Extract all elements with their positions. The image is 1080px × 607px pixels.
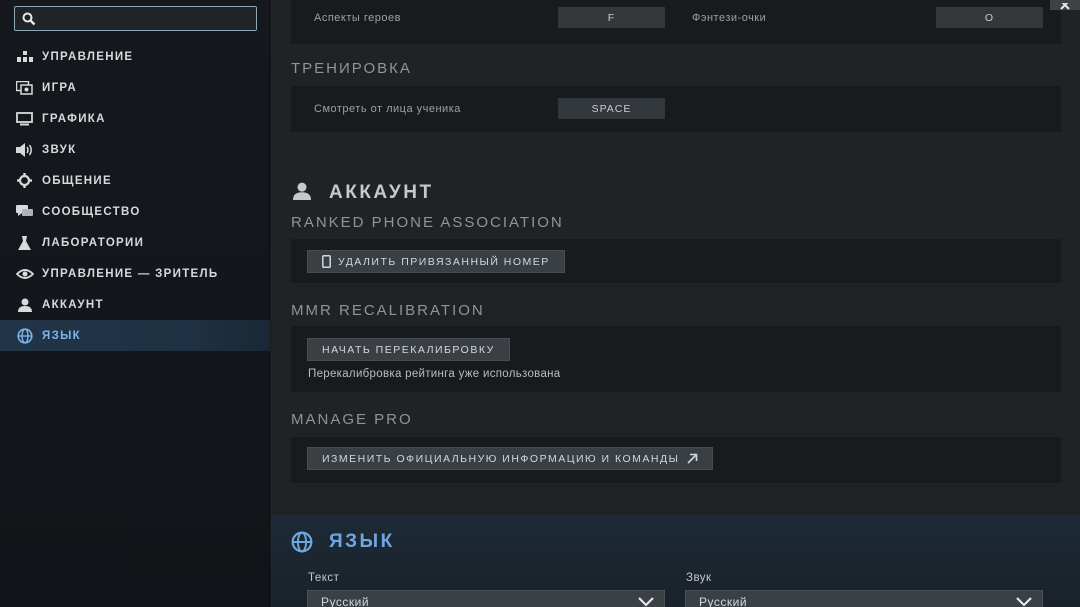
eye-icon (15, 266, 34, 282)
sidebar-item-label: ГРАФИКА (42, 112, 106, 125)
phone-icon (322, 255, 331, 268)
chat-icon (15, 204, 34, 220)
close-icon (1060, 0, 1070, 10)
sidebar-item-label: СООБЩЕСТВО (42, 205, 141, 218)
start-recalibration-label: НАЧАТЬ ПЕРЕКАЛИБРОВКУ (322, 343, 495, 356)
chevron-down-icon (638, 597, 654, 607)
sound-language-select[interactable]: Русский (685, 590, 1043, 607)
account-title: АККАУНТ (329, 182, 434, 203)
user-icon (15, 297, 34, 313)
controls-section: Аспекты героев F Фэнтези-очки O ТРЕНИРОВ… (271, 0, 1080, 165)
sidebar-item-label: УПРАВЛЕНИЕ — ЗРИТЕЛЬ (42, 267, 219, 280)
sidebar-nav: УПРАВЛЕНИЕ ИГРА ГРАФИКА ЗВУК ОБЩЕНИЕ СОО… (0, 41, 270, 351)
keybind-row-fantasy-points: Фэнтези-очки (692, 7, 766, 28)
keybind-row-hero-facets: Аспекты героев (314, 7, 401, 28)
sidebar-item-graphics[interactable]: ГРАФИКА (0, 103, 270, 134)
sidebar-item-account[interactable]: АККАУНТ (0, 289, 270, 320)
keybind-label: Фэнтези-очки (692, 11, 767, 24)
user-icon (293, 182, 311, 205)
close-button[interactable] (1050, 0, 1080, 10)
sidebar-item-language[interactable]: ЯЗЫК (0, 320, 270, 351)
keybind-key-student-view[interactable]: SPACE (558, 98, 665, 119)
monitor-icon (15, 111, 34, 127)
keybind-key-hero-facets[interactable]: F (558, 7, 665, 28)
controls-icon (15, 49, 34, 65)
external-link-icon (687, 453, 698, 464)
sidebar-item-label: ЛАБОРАТОРИИ (42, 236, 145, 249)
globe-icon (15, 327, 34, 344)
sidebar-item-sound[interactable]: ЗВУК (0, 134, 270, 165)
text-language-select[interactable]: Русский (307, 590, 665, 607)
sidebar-item-labs[interactable]: ЛАБОРАТОРИИ (0, 227, 270, 258)
sidebar-item-label: ИГРА (42, 81, 77, 94)
game-icon (15, 80, 34, 96)
sound-language-value: Русский (699, 595, 748, 607)
text-language-value: Русский (321, 595, 370, 607)
sidebar-item-label: ЗВУК (42, 143, 77, 156)
sidebar-item-label: ОБЩЕНИЕ (42, 174, 112, 187)
settings-content: Аспекты героев F Фэнтези-очки O ТРЕНИРОВ… (271, 0, 1080, 607)
sound-language-label: Звук (686, 572, 712, 584)
sidebar-item-label: ЯЗЫК (42, 329, 81, 342)
start-recalibration-button[interactable]: НАЧАТЬ ПЕРЕКАЛИБРОВКУ (307, 338, 510, 361)
gear-icon (15, 173, 34, 189)
globe-icon (291, 531, 313, 558)
edit-pro-info-label: ИЗМЕНИТЬ ОФИЦИАЛЬНУЮ ИНФОРМАЦИЮ И КОМАНД… (322, 452, 680, 465)
manage-pro-heading: MANAGE PRO (291, 411, 413, 428)
remove-phone-button[interactable]: УДАЛИТЬ ПРИВЯЗАННЫЙ НОМЕР (307, 250, 565, 273)
sidebar-item-community[interactable]: СООБЩЕСТВО (0, 196, 270, 227)
account-section: АККАУНТ RANKED PHONE ASSOCIATION УДАЛИТЬ… (271, 165, 1080, 515)
speaker-icon (15, 142, 34, 158)
sidebar-item-label: АККАУНТ (42, 298, 104, 311)
flask-icon (15, 235, 34, 251)
chevron-down-icon (1016, 597, 1032, 607)
text-language-label: Текст (308, 572, 340, 584)
sidebar-item-social[interactable]: ОБЩЕНИЕ (0, 165, 270, 196)
sidebar-item-game[interactable]: ИГРА (0, 72, 270, 103)
sidebar-item-controls[interactable]: УПРАВЛЕНИЕ (0, 41, 270, 72)
keybind-label: Аспекты героев (314, 11, 401, 24)
phone-heading: RANKED PHONE ASSOCIATION (291, 214, 564, 231)
keybind-key-fantasy-points[interactable]: O (936, 7, 1043, 28)
remove-phone-label: УДАЛИТЬ ПРИВЯЗАННЫЙ НОМЕР (338, 255, 550, 268)
mmr-note: Перекалибровка рейтинга уже использована (308, 368, 561, 380)
training-heading: ТРЕНИРОВКА (291, 60, 412, 77)
keybind-label: Смотреть от лица ученика (314, 102, 461, 115)
sidebar-item-label: УПРАВЛЕНИЕ (42, 50, 134, 63)
sidebar-item-spectator-controls[interactable]: УПРАВЛЕНИЕ — ЗРИТЕЛЬ (0, 258, 270, 289)
mmr-heading: MMR RECALIBRATION (291, 302, 485, 319)
search-input[interactable] (14, 6, 257, 31)
language-title: ЯЗЫК (329, 531, 395, 552)
keybind-row-student-view: Смотреть от лица ученика (314, 98, 461, 119)
settings-sidebar: УПРАВЛЕНИЕ ИГРА ГРАФИКА ЗВУК ОБЩЕНИЕ СОО… (0, 0, 270, 607)
language-section: ЯЗЫК Текст Русский Звук Русский (271, 515, 1080, 607)
edit-pro-info-button[interactable]: ИЗМЕНИТЬ ОФИЦИАЛЬНУЮ ИНФОРМАЦИЮ И КОМАНД… (307, 447, 714, 470)
search-icon (22, 12, 36, 26)
